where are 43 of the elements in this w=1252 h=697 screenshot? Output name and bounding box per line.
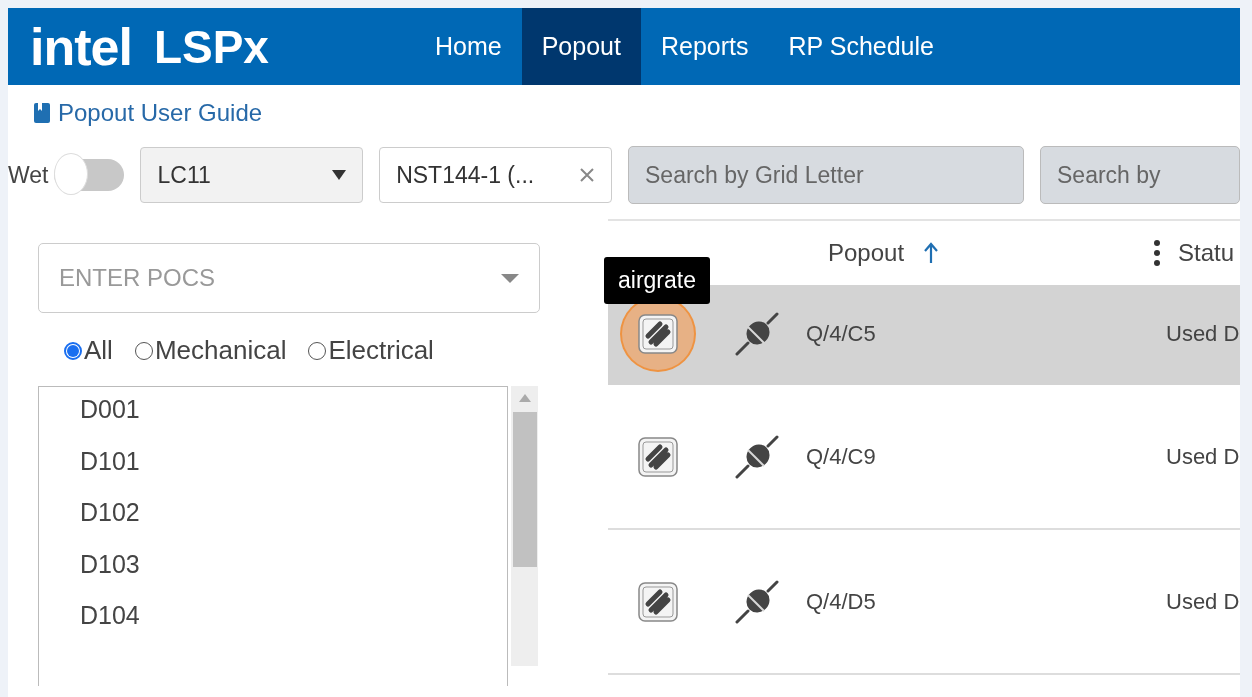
book-icon [34,103,50,123]
table-cell-text: Q/4/D5 [806,588,877,615]
wet-label: Wet [8,161,49,189]
caret-icon [332,170,347,180]
nav-tab[interactable]: Reports [640,8,769,85]
list-item[interactable]: D102 [39,498,507,550]
scrollbar[interactable] [511,386,538,666]
nav-tab[interactable]: Home [415,8,522,85]
table-cell: Used D [1166,443,1240,470]
list-item[interactable]: D103 [39,549,507,601]
nav-tab[interactable]: Popout [521,8,641,85]
plug-icon [734,311,780,357]
area-select[interactable]: LC11 [140,147,364,203]
plug-icon [734,578,780,625]
radio-label: Electrical [328,335,434,366]
list-item[interactable]: D101 [39,446,507,498]
plug-icon [734,433,780,480]
list-item[interactable]: D001 [39,395,507,447]
table-cell: Used D [1166,588,1240,615]
tooltip: airgrate [604,257,710,304]
radio-button[interactable] [64,341,82,360]
table-cell-text: Q/4/C5 [806,321,877,347]
list-item[interactable]: D104 [39,601,507,653]
tool-select[interactable]: NST144-1 (... [379,147,612,203]
table-cell: Used D [1166,321,1240,347]
search-field[interactable]: Search by [1040,146,1240,204]
grid-search-field[interactable]: Search by Grid Letter [628,146,1024,204]
app-name: LSPx [153,23,269,70]
wet-toggle[interactable] [54,153,125,197]
clear-icon[interactable] [579,167,595,183]
caret-icon [501,273,519,283]
grate-icon[interactable] [638,581,678,622]
scroll-thumb[interactable] [512,412,537,567]
nav-tab[interactable]: RP Schedule [768,8,954,85]
radio-label: Mechanical [154,335,287,366]
table-cell-text: Q/4/C9 [806,443,877,470]
radio-label: All [84,335,113,366]
user-guide-link[interactable]: Popout User Guide [58,99,263,127]
logo: intel [30,20,132,73]
kebab-menu-icon[interactable] [1154,240,1160,266]
grate-icon[interactable] [638,314,678,354]
sort-arrow-icon[interactable] [922,241,941,265]
grate-icon[interactable] [638,436,678,477]
